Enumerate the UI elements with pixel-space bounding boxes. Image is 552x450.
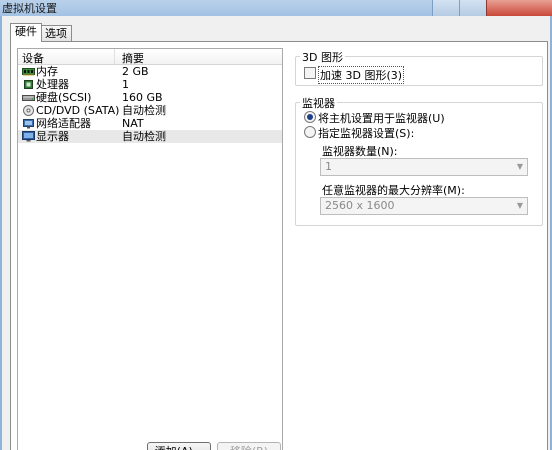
device-summary: 自动检测 [122,130,166,143]
remove-device-button[interactable]: 移除(R) [217,442,281,450]
device-summary: NAT [122,117,144,130]
device-row-cd-dvd[interactable]: CD/DVD (SATA) 自动检测 [18,104,282,117]
column-header-summary[interactable]: 摘要 [122,50,144,66]
device-summary: 160 GB [122,91,163,104]
tab-options[interactable]: 选项 [40,25,72,41]
minimize-button[interactable] [432,0,459,16]
specify-monitor-settings-radio[interactable] [304,126,316,138]
chevron-down-icon: ▼ [516,162,523,171]
use-host-settings-label[interactable]: 将主机设置用于监视器(U) [318,110,445,126]
close-button[interactable] [486,0,552,16]
accelerate-3d-checkbox[interactable] [304,67,316,79]
tab-hardware[interactable]: 硬件 [10,23,42,42]
hardware-tab-panel: 设备 摘要 内存 2 GB 处理器 1 硬盘(SCSI) 160 GB CD/D… [10,41,548,450]
harddisk-icon [22,95,35,101]
accelerate-3d-label[interactable]: 加速 3D 图形(3) [318,66,405,84]
device-summary: 2 GB [122,65,149,78]
window-title: 虚拟机设置 [2,2,57,15]
maximize-button[interactable] [459,0,486,16]
group-label-monitors: 监视器 [300,95,337,111]
monitor-count-label: 监视器数量(N): [322,145,398,158]
window-controls [432,0,552,16]
device-name: 内存 [36,65,58,78]
device-list-header: 设备 摘要 [18,49,282,65]
device-row-harddisk[interactable]: 硬盘(SCSI) 160 GB [18,91,282,104]
group-label-3d-graphics: 3D 图形 [300,49,345,65]
processor-icon [24,80,33,89]
memory-icon [22,68,35,76]
device-name: 显示器 [36,130,69,143]
specify-monitor-settings-label[interactable]: 指定监视器设置(S): [318,125,414,141]
device-name: CD/DVD (SATA) [36,104,120,117]
title-bar[interactable]: 虚拟机设置 [0,0,552,16]
column-divider[interactable] [114,49,115,64]
radio-selected-dot [307,114,313,120]
chevron-down-icon: ▼ [516,201,523,210]
device-list[interactable]: 设备 摘要 内存 2 GB 处理器 1 硬盘(SCSI) 160 GB CD/D… [17,48,283,450]
device-row-display[interactable]: 显示器 自动检测 [18,130,282,143]
device-summary: 1 [122,78,129,91]
device-name: 网络适配器 [36,117,91,130]
group-3d-graphics: 3D 图形 加速 3D 图形(3) [295,49,543,86]
column-header-device[interactable]: 设备 [22,50,44,66]
device-summary: 自动检测 [122,104,166,117]
device-name: 处理器 [36,78,69,91]
group-monitors: 监视器 将主机设置用于监视器(U) 指定监视器设置(S): 监视器数量(N): … [295,95,543,226]
network-adapter-icon [23,119,34,129]
device-row-memory[interactable]: 内存 2 GB [18,65,282,78]
max-resolution-label: 任意监视器的最大分辨率(M): [322,184,465,197]
device-name: 硬盘(SCSI) [36,91,92,104]
device-row-network-adapter[interactable]: 网络适配器 NAT [18,117,282,130]
max-resolution-value: 2560 x 1600 [325,199,395,212]
device-row-processor[interactable]: 处理器 1 [18,78,282,91]
display-icon [22,131,35,142]
monitor-count-select[interactable]: 1 ▼ [320,158,528,176]
max-resolution-select[interactable]: 2560 x 1600 ▼ [320,197,528,215]
add-device-button[interactable]: 添加(A)... [147,442,211,450]
cd-dvd-icon [23,105,34,116]
monitor-count-value: 1 [325,160,332,173]
dialog-client-area: 硬件 选项 设备 摘要 内存 2 GB 处理器 1 硬盘(SCSI) 160 G… [2,16,550,450]
vm-settings-window: 虚拟机设置 硬件 选项 设备 摘要 内存 2 GB 处理器 1 硬盘(SCSI)… [0,0,552,450]
use-host-settings-radio[interactable] [304,111,316,123]
